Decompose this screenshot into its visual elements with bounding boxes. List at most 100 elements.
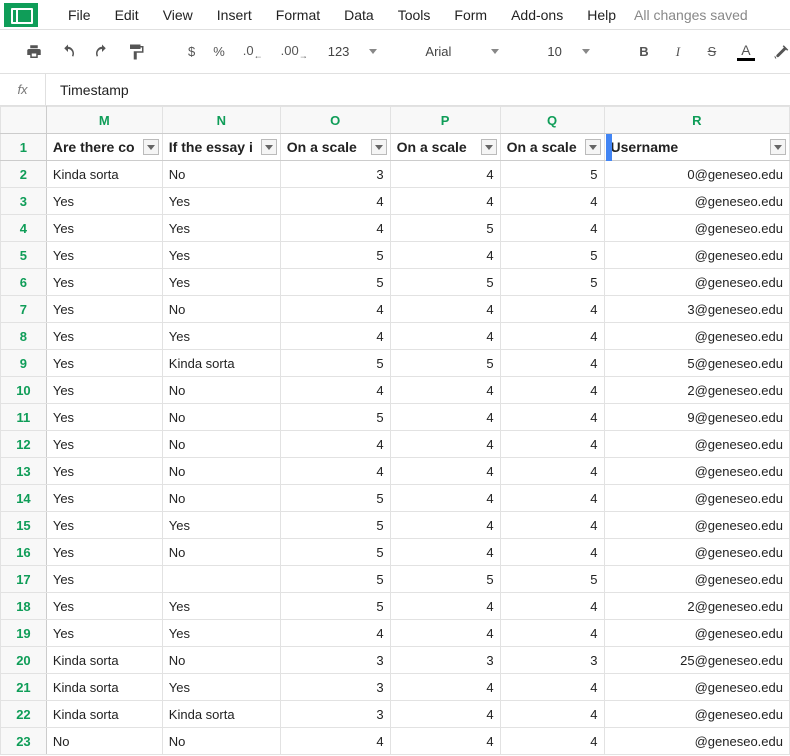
- cell[interactable]: 4: [500, 404, 604, 431]
- row-header[interactable]: 7: [1, 296, 47, 323]
- redo-button[interactable]: [88, 38, 116, 66]
- cell[interactable]: 4: [500, 431, 604, 458]
- row-header[interactable]: 16: [1, 539, 47, 566]
- cell[interactable]: 0@geneseo.edu: [604, 161, 789, 188]
- row-header[interactable]: 20: [1, 647, 47, 674]
- cell[interactable]: Yes: [46, 269, 162, 296]
- cell[interactable]: @geneseo.edu: [604, 674, 789, 701]
- cell[interactable]: Yes: [162, 593, 280, 620]
- cell[interactable]: No: [162, 404, 280, 431]
- cell[interactable]: 3: [280, 701, 390, 728]
- cell[interactable]: 4: [280, 323, 390, 350]
- cell[interactable]: Yes: [46, 539, 162, 566]
- menu-insert[interactable]: Insert: [205, 3, 264, 27]
- cell[interactable]: Kinda sorta: [46, 674, 162, 701]
- header-cell[interactable]: Are there co: [46, 134, 162, 161]
- cell[interactable]: 3@geneseo.edu: [604, 296, 789, 323]
- cell[interactable]: 4: [390, 674, 500, 701]
- cell[interactable]: 5: [390, 269, 500, 296]
- cell[interactable]: 4: [500, 674, 604, 701]
- cell[interactable]: 5: [390, 350, 500, 377]
- cell[interactable]: No: [162, 458, 280, 485]
- cell[interactable]: 5: [280, 566, 390, 593]
- cell[interactable]: 5: [280, 242, 390, 269]
- strikethrough-button[interactable]: S: [698, 38, 726, 66]
- row-header[interactable]: 15: [1, 512, 47, 539]
- menu-file[interactable]: File: [56, 3, 103, 27]
- formula-input[interactable]: Timestamp: [46, 82, 790, 98]
- menu-tools[interactable]: Tools: [386, 3, 443, 27]
- cell[interactable]: Yes: [46, 512, 162, 539]
- header-cell[interactable]: If the essay i: [162, 134, 280, 161]
- cell[interactable]: Yes: [46, 188, 162, 215]
- cell[interactable]: Kinda sorta: [46, 161, 162, 188]
- row-header[interactable]: 5: [1, 242, 47, 269]
- cell[interactable]: @geneseo.edu: [604, 242, 789, 269]
- cell[interactable]: 5: [500, 242, 604, 269]
- column-header-N[interactable]: N: [162, 107, 280, 134]
- italic-button[interactable]: I: [664, 38, 692, 66]
- cell[interactable]: 4: [280, 188, 390, 215]
- cell[interactable]: @geneseo.edu: [604, 485, 789, 512]
- cell[interactable]: Yes: [46, 593, 162, 620]
- cell[interactable]: Yes: [46, 323, 162, 350]
- row-header[interactable]: 23: [1, 728, 47, 755]
- cell[interactable]: 4: [500, 377, 604, 404]
- currency-button[interactable]: $: [182, 40, 201, 63]
- cell[interactable]: @geneseo.edu: [604, 539, 789, 566]
- header-cell[interactable]: On a scale: [280, 134, 390, 161]
- text-color-button[interactable]: A: [732, 38, 760, 66]
- cell[interactable]: Yes: [46, 242, 162, 269]
- menu-help[interactable]: Help: [575, 3, 628, 27]
- row-header[interactable]: 19: [1, 620, 47, 647]
- cell[interactable]: 4: [500, 593, 604, 620]
- increase-decimal-button[interactable]: .00→: [275, 39, 314, 65]
- cell[interactable]: 4: [280, 296, 390, 323]
- cell[interactable]: 4: [390, 188, 500, 215]
- cell[interactable]: 2@geneseo.edu: [604, 593, 789, 620]
- cell[interactable]: 4: [500, 323, 604, 350]
- row-header[interactable]: 10: [1, 377, 47, 404]
- column-header-O[interactable]: O: [280, 107, 390, 134]
- cell[interactable]: @geneseo.edu: [604, 323, 789, 350]
- row-header[interactable]: 1: [1, 134, 47, 161]
- row-header[interactable]: 2: [1, 161, 47, 188]
- cell[interactable]: Yes: [162, 674, 280, 701]
- cell[interactable]: 4: [390, 404, 500, 431]
- cell[interactable]: 4: [500, 485, 604, 512]
- cell[interactable]: 4: [390, 728, 500, 755]
- cell[interactable]: 4: [280, 431, 390, 458]
- cell[interactable]: Yes: [162, 323, 280, 350]
- row-header[interactable]: 21: [1, 674, 47, 701]
- cell[interactable]: No: [162, 161, 280, 188]
- cell[interactable]: 4: [390, 296, 500, 323]
- cell[interactable]: @geneseo.edu: [604, 431, 789, 458]
- column-header-R[interactable]: R: [604, 107, 789, 134]
- cell[interactable]: 4: [390, 539, 500, 566]
- cell[interactable]: No: [162, 647, 280, 674]
- filter-button[interactable]: [143, 139, 159, 155]
- menu-form[interactable]: Form: [442, 3, 499, 27]
- cell[interactable]: No: [162, 377, 280, 404]
- cell[interactable]: 4: [390, 242, 500, 269]
- cell[interactable]: No: [162, 728, 280, 755]
- cell[interactable]: Yes: [46, 377, 162, 404]
- cell[interactable]: 4: [500, 296, 604, 323]
- column-header-P[interactable]: P: [390, 107, 500, 134]
- cell[interactable]: 4: [500, 620, 604, 647]
- cell[interactable]: No: [162, 539, 280, 566]
- cell[interactable]: 4: [390, 161, 500, 188]
- cell[interactable]: [162, 566, 280, 593]
- cell[interactable]: No: [162, 485, 280, 512]
- header-cell[interactable]: On a scale: [390, 134, 500, 161]
- cell[interactable]: Kinda sorta: [46, 701, 162, 728]
- row-header[interactable]: 17: [1, 566, 47, 593]
- header-cell[interactable]: On a scale: [500, 134, 604, 161]
- cell[interactable]: 4: [500, 458, 604, 485]
- menu-format[interactable]: Format: [264, 3, 332, 27]
- cell[interactable]: 5: [390, 566, 500, 593]
- cell[interactable]: 3: [280, 674, 390, 701]
- header-cell[interactable]: Username: [604, 134, 789, 161]
- menu-view[interactable]: View: [151, 3, 205, 27]
- bold-button[interactable]: B: [630, 38, 658, 66]
